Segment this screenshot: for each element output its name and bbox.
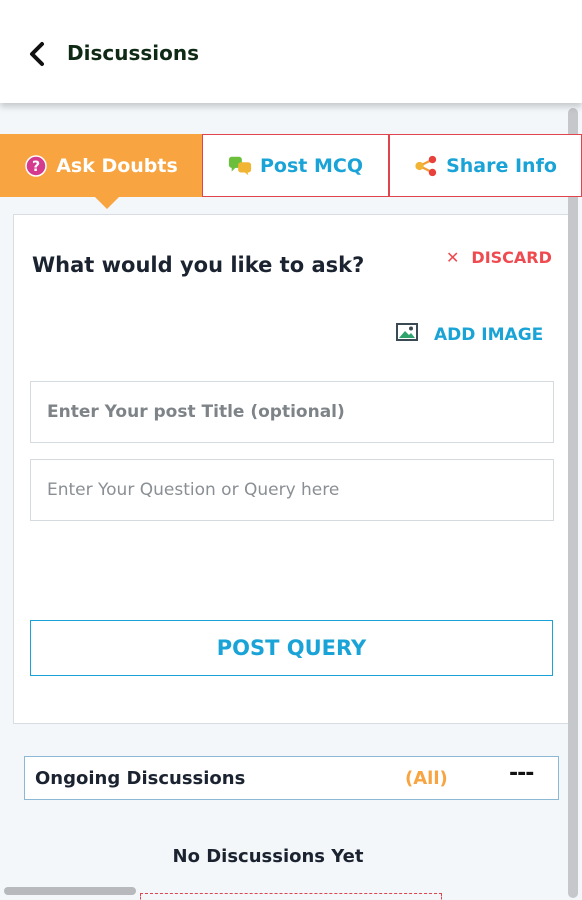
- question-field[interactable]: [30, 459, 554, 521]
- chat-bubbles-icon: [228, 154, 252, 178]
- tab-ask-doubts[interactable]: ? Ask Doubts: [0, 134, 202, 209]
- add-image-button[interactable]: ADD IMAGE: [396, 323, 543, 346]
- tab-share-info[interactable]: Share Info: [389, 134, 582, 197]
- ongoing-discussions-bar: Ongoing Discussions (All) ---: [24, 756, 559, 800]
- vertical-scrollbar[interactable]: [568, 108, 578, 898]
- ask-doubt-composer: What would you like to ask? ✕ DISCARD AD…: [13, 214, 570, 724]
- post-query-button[interactable]: POST QUERY: [30, 620, 553, 676]
- discussions-screen: Discussions ? Ask Doubts Post MCQ Share …: [0, 0, 582, 900]
- question-input[interactable]: [47, 480, 537, 500]
- filter-all-button[interactable]: (All): [405, 768, 448, 789]
- image-icon: [396, 323, 418, 346]
- tab-label: Post MCQ: [260, 154, 363, 177]
- share-icon: [414, 154, 438, 178]
- back-button[interactable]: [22, 38, 52, 70]
- empty-state-message: No Discussions Yet: [172, 846, 364, 867]
- svg-text:?: ?: [32, 159, 40, 175]
- dashed-divider: [140, 893, 442, 900]
- chevron-left-icon: [30, 42, 44, 66]
- post-title-field[interactable]: [30, 381, 554, 443]
- discard-button[interactable]: ✕ DISCARD: [446, 248, 552, 267]
- tab-post-mcq[interactable]: Post MCQ: [202, 134, 389, 197]
- tab-label: Share Info: [446, 154, 557, 177]
- post-title-input[interactable]: [47, 402, 537, 422]
- app-header: Discussions: [0, 0, 582, 103]
- ongoing-title: Ongoing Discussions: [35, 768, 246, 789]
- discussion-tabs: ? Ask Doubts Post MCQ Share Info: [0, 134, 582, 209]
- composer-heading: What would you like to ask?: [32, 253, 365, 277]
- close-icon: ✕: [446, 248, 460, 267]
- question-circle-icon: ?: [24, 154, 48, 178]
- add-image-label: ADD IMAGE: [434, 324, 544, 345]
- discard-label: DISCARD: [471, 248, 552, 267]
- more-options-icon[interactable]: ---: [509, 761, 534, 786]
- tab-label: Ask Doubts: [56, 154, 178, 177]
- horizontal-scrollbar[interactable]: [4, 887, 136, 895]
- page-title: Discussions: [67, 41, 200, 65]
